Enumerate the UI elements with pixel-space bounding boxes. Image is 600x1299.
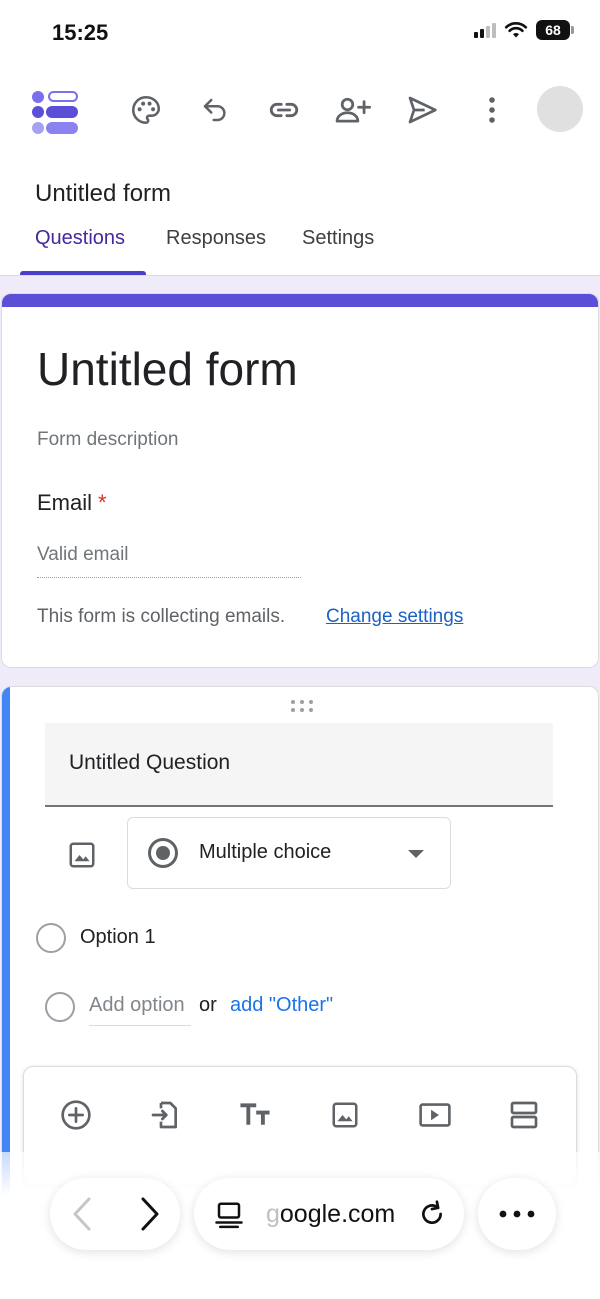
palette-icon[interactable] <box>124 88 168 132</box>
question-title-input[interactable]: Untitled Question <box>45 723 553 807</box>
import-questions-icon[interactable] <box>143 1093 187 1137</box>
required-asterisk: * <box>98 490 107 515</box>
email-field: Valid email <box>37 542 301 578</box>
back-icon[interactable] <box>62 1194 102 1234</box>
navigation-pill <box>50 1178 180 1250</box>
add-option-field[interactable]: Add option <box>89 994 191 1026</box>
reader-mode-icon[interactable] <box>212 1198 246 1232</box>
add-option-radio <box>45 992 75 1022</box>
forward-icon[interactable] <box>130 1194 170 1234</box>
change-settings-link[interactable]: Change settings <box>326 606 463 628</box>
more-pill <box>478 1178 556 1250</box>
avatar[interactable] <box>537 86 583 132</box>
browser-toolbar: google.com <box>0 1152 600 1299</box>
option-1-label[interactable]: Option 1 <box>80 926 156 949</box>
url-fade-prefix: g <box>266 1200 280 1228</box>
tab-settings[interactable]: Settings <box>302 227 374 250</box>
forms-logo-icon[interactable] <box>30 90 80 136</box>
theme-accent-bar <box>2 294 598 307</box>
tab-questions[interactable]: Questions <box>35 227 125 250</box>
form-title-field[interactable]: Untitled form <box>37 342 298 396</box>
add-other-link[interactable]: add "Other" <box>230 994 333 1017</box>
send-icon[interactable] <box>400 88 444 132</box>
battery-icon: 68 <box>536 20 574 40</box>
add-section-icon[interactable] <box>502 1093 546 1137</box>
url-domain: oogle.com <box>279 1200 396 1228</box>
address-bar[interactable]: google.com <box>194 1178 464 1250</box>
dropdown-arrow-icon <box>408 850 424 858</box>
email-label: Email * <box>37 490 107 516</box>
tabs-divider <box>0 275 600 276</box>
more-vert-icon[interactable] <box>470 88 514 132</box>
tab-responses[interactable]: Responses <box>166 227 266 250</box>
reload-icon[interactable] <box>414 1196 450 1232</box>
add-video-icon[interactable] <box>413 1093 457 1137</box>
or-text: or <box>199 994 217 1016</box>
add-title-icon[interactable] <box>233 1093 277 1137</box>
add-collaborator-icon[interactable] <box>331 88 375 132</box>
more-horiz-icon[interactable] <box>497 1194 537 1234</box>
status-time: 15:25 <box>52 20 109 45</box>
url-text: google.com <box>266 1200 395 1229</box>
question-type-label: Multiple choice <box>199 841 332 863</box>
radio-selected-icon <box>148 838 178 868</box>
add-image-to-question-icon[interactable] <box>60 833 104 877</box>
option-1-radio <box>36 923 66 953</box>
drag-handle-icon[interactable] <box>289 699 315 713</box>
active-question-accent <box>2 687 10 1205</box>
form-description-field[interactable]: Form description <box>37 429 179 451</box>
email-label-text: Email <box>37 490 93 515</box>
document-title[interactable]: Untitled form <box>35 180 171 208</box>
link-icon[interactable] <box>262 88 306 132</box>
wifi-icon <box>504 22 528 38</box>
add-question-icon[interactable] <box>54 1093 98 1137</box>
status-icons: 68 <box>474 20 574 40</box>
question-type-dropdown[interactable]: Multiple choice <box>127 817 451 889</box>
cellular-signal-icon <box>474 22 496 38</box>
collecting-emails-note: This form is collecting emails. <box>37 606 286 627</box>
form-header-card: Untitled form Form description Email * Va… <box>1 293 599 668</box>
add-image-icon[interactable] <box>323 1093 367 1137</box>
undo-icon[interactable] <box>193 88 237 132</box>
question-title-text: Untitled Question <box>69 751 231 774</box>
